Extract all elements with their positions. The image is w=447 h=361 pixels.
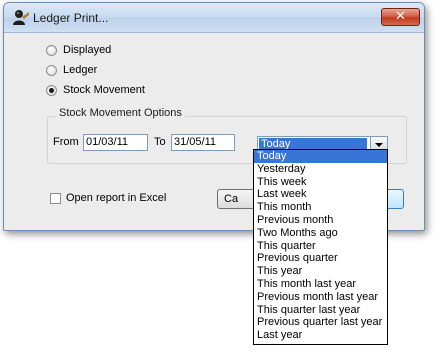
dropdown-option[interactable]: This quarter last year <box>254 304 387 317</box>
from-label: From <box>53 136 79 148</box>
from-date-field[interactable]: 01/03/11 <box>83 134 148 151</box>
dropdown-option[interactable]: Previous month last year <box>254 291 387 304</box>
to-label: To <box>154 136 166 148</box>
radio-label-displayed: Displayed <box>63 44 112 56</box>
dropdown-option[interactable]: This week <box>254 176 387 189</box>
close-button[interactable]: ✕ <box>381 8 420 26</box>
to-date-field[interactable]: 31/05/11 <box>171 134 235 151</box>
dropdown-option[interactable]: Previous quarter <box>254 252 387 265</box>
dropdown-option[interactable]: Last year <box>254 329 387 342</box>
title-bar[interactable]: Ledger Print... ✕ <box>4 3 424 33</box>
radio-label-stock-movement: Stock Movement <box>63 84 145 96</box>
open-in-excel-option[interactable]: Open report in Excel <box>50 192 166 204</box>
radio-label-ledger: Ledger <box>63 64 98 76</box>
period-dropdown-list[interactable]: Today Yesterday This week Last week This mon… <box>253 149 388 345</box>
dropdown-option[interactable]: This year <box>254 265 387 278</box>
dropdown-option[interactable]: Today <box>254 150 387 163</box>
dropdown-option[interactable]: This month last year <box>254 278 387 291</box>
radio-button-selected[interactable] <box>46 84 57 96</box>
group-label: Stock Movement Options <box>56 107 185 119</box>
cancel-label: Ca <box>224 193 239 205</box>
dropdown-option[interactable]: Last week <box>254 188 387 201</box>
dropdown-option[interactable]: This month <box>254 201 387 214</box>
dropdown-option[interactable]: Yesterday <box>254 163 387 176</box>
excel-label: Open report in Excel <box>66 192 167 204</box>
dropdown-option[interactable]: Two Months ago <box>254 227 387 240</box>
radio-displayed[interactable]: Displayed <box>46 42 111 58</box>
person-icon <box>12 9 30 26</box>
excel-checkbox[interactable] <box>50 192 61 204</box>
window-title: Ledger Print... <box>33 11 109 25</box>
radio-ledger[interactable]: Ledger <box>46 62 97 78</box>
cancel-button[interactable]: Ca <box>217 189 255 209</box>
radio-button[interactable] <box>46 64 57 76</box>
dropdown-option[interactable]: Previous quarter last year <box>254 316 387 329</box>
radio-button[interactable] <box>46 44 57 56</box>
dropdown-option[interactable]: Previous month <box>254 214 387 227</box>
radio-stock-movement[interactable]: Stock Movement <box>46 82 145 98</box>
dropdown-option[interactable]: This quarter <box>254 240 387 253</box>
close-icon: ✕ <box>395 9 406 24</box>
